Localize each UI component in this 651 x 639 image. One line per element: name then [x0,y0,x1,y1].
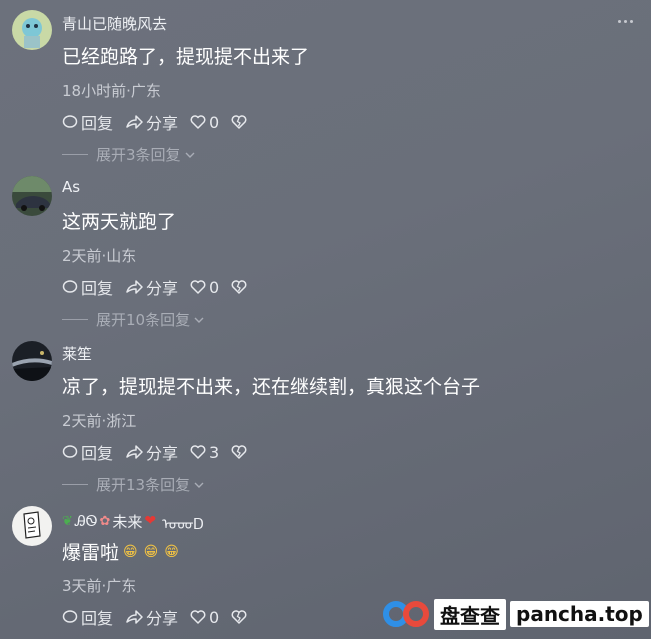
comment-text: 凉了，提现提不出来，还在继续割，真狠这个台子 [62,376,481,398]
reply-label: 回复 [81,444,114,463]
share-button[interactable]: 分享 [125,275,178,299]
share-label: 分享 [146,279,179,298]
comment-meta: 2天前·浙江 [62,412,137,430]
like-count: 0 [209,607,220,627]
broken-heart-icon [231,445,247,459]
divider-line [62,484,88,485]
comment-text: 已经跑路了，提现提不出来了 [62,46,310,68]
dislike-button[interactable] [231,609,250,625]
comment-bubble-icon [62,610,78,623]
share-label: 分享 [146,444,179,463]
comment-text: 这两天就跑了 [62,211,177,233]
username[interactable]: 青山已随晚风去 [62,13,167,34]
heart-icon [190,610,206,624]
heart-emoji-icon: ❤ [144,513,157,529]
like-button[interactable]: 3 [190,443,219,462]
reply-label: 回复 [81,609,114,628]
infinity-logo-icon [383,601,429,627]
like-button[interactable]: 0 [190,278,219,297]
username[interactable]: 莱笙 [62,343,92,364]
avatar[interactable] [12,10,52,50]
watermark: 盘查查 pancha.top [382,597,649,631]
reply-button[interactable]: 回复 [62,275,113,299]
avatar[interactable] [12,341,52,381]
broken-heart-icon [231,610,247,624]
heart-icon [190,445,206,459]
broken-heart-icon [231,115,247,129]
share-label: 分享 [146,114,179,133]
reply-label: 回复 [81,279,114,298]
expand-replies-button[interactable]: 展开10条回复 [62,309,206,330]
avatar[interactable] [12,176,52,216]
username[interactable]: ❦ ᎯᏫ ✿ 未来 ❤ ᠣᡂᎠ [62,508,204,534]
username-part: ᎯᏫ [74,512,98,530]
comment-actions: 回复 分享 0 [62,110,262,134]
watermark-brand: 盘查查 [434,598,506,630]
like-count: 3 [209,442,220,462]
reply-label: 回复 [81,114,114,133]
dislike-button[interactable] [231,114,250,130]
leaf-emoji-icon: ❦ [62,513,73,529]
comment-actions: 回复 分享 3 [62,440,262,464]
broken-heart-icon [231,280,247,294]
expand-label: 展开13条回复 [96,476,191,494]
share-label: 分享 [146,609,179,628]
heart-icon [190,280,206,294]
like-count: 0 [209,277,220,297]
share-button[interactable]: 分享 [125,110,178,134]
divider-line [62,319,88,320]
expand-label: 展开3条回复 [96,146,181,164]
chevron-down-icon [185,152,195,158]
expand-replies-button[interactable]: 展开13条回复 [62,474,206,495]
dislike-button[interactable] [231,444,250,460]
divider-line [62,154,88,155]
dislike-button[interactable] [231,279,250,295]
more-options-icon[interactable] [618,20,633,23]
like-count: 0 [209,112,220,132]
reply-button[interactable]: 回复 [62,605,113,629]
share-button[interactable]: 分享 [125,605,178,629]
comment-text: 爆雷啦 😁😁😁 [62,538,185,565]
expand-label: 展开10条回复 [96,311,191,329]
chevron-down-icon [194,317,204,323]
watermark-domain: pancha.top [510,601,649,627]
comment-actions: 回复 分享 0 [62,275,262,299]
comment-bubble-icon [62,445,78,458]
username[interactable]: As [62,178,80,196]
comment-text-body: 爆雷啦 [62,542,120,564]
expand-replies-button[interactable]: 展开3条回复 [62,144,197,165]
share-arrow-icon [126,610,143,624]
share-button[interactable]: 分享 [125,440,178,464]
username-part: ᠣᡂᎠ [162,515,204,533]
share-arrow-icon [126,280,143,294]
comment-meta: 18小时前·广东 [62,82,161,100]
lung-emoji-icon: ✿ [99,513,111,529]
comment-meta: 3天前·广东 [62,577,137,595]
like-button[interactable]: 0 [190,608,219,627]
comment-bubble-icon [62,280,78,293]
like-button[interactable]: 0 [190,113,219,132]
comment-bubble-icon [62,115,78,128]
share-arrow-icon [126,115,143,129]
reply-button[interactable]: 回复 [62,110,113,134]
username-part: 未来 [112,512,143,531]
comment-meta: 2天前·山东 [62,247,137,265]
reply-button[interactable]: 回复 [62,440,113,464]
chevron-down-icon [194,482,204,488]
comment-actions: 回复 分享 0 [62,605,262,629]
share-arrow-icon [126,445,143,459]
avatar[interactable] [12,506,52,546]
grin-emoji-icon: 😁😁😁 [123,543,185,560]
heart-icon [190,115,206,129]
